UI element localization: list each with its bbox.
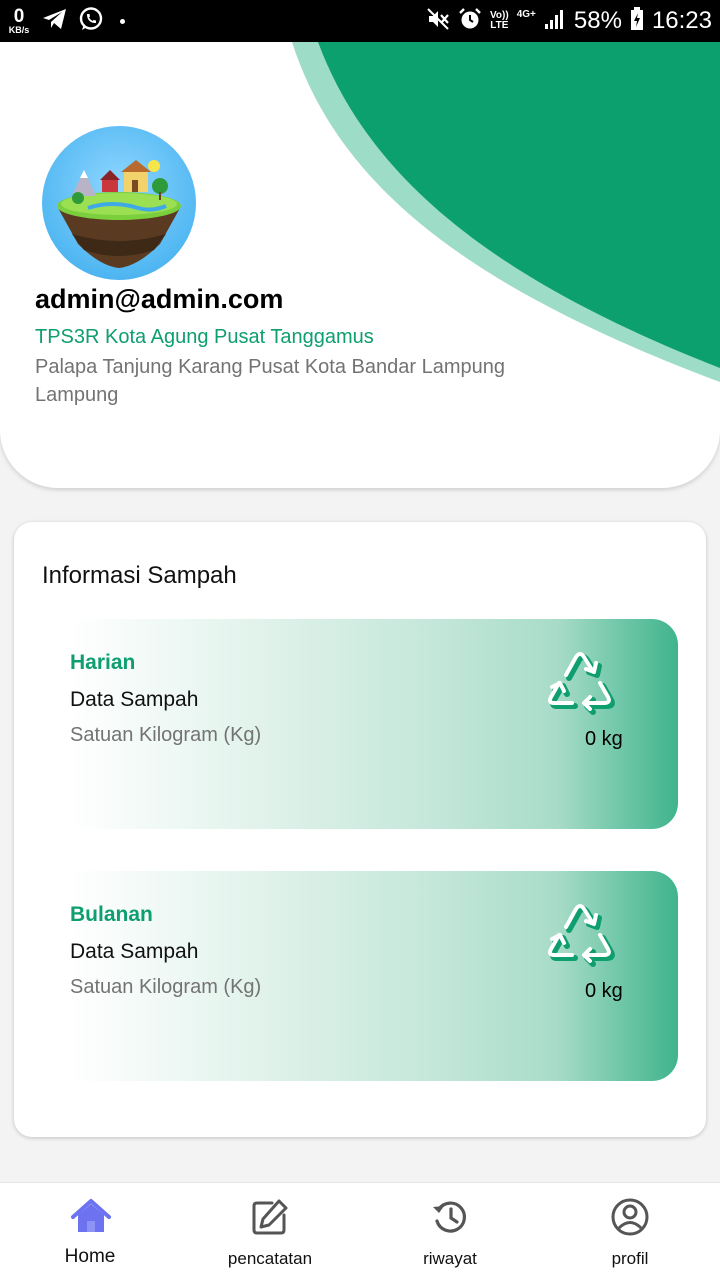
- clock: 16:23: [651, 7, 712, 34]
- battery-percent: 58%: [573, 7, 622, 34]
- stat-period: Bulanan: [70, 903, 153, 926]
- nav-riwayat[interactable]: riwayat: [360, 1183, 540, 1280]
- mute-icon: [426, 7, 450, 36]
- profile-header: admin@admin.com TPS3R Kota Agung Pusat T…: [0, 42, 720, 488]
- nav-profil[interactable]: profil: [540, 1183, 720, 1280]
- waste-info-card: Informasi Sampah Harian Data Sampah Satu…: [14, 522, 706, 1137]
- monthly-waste-card[interactable]: Bulanan Data Sampah Satuan Kilogram (Kg): [70, 871, 678, 1081]
- bottom-navigation: Home pencatatan riwayat profil: [0, 1182, 720, 1280]
- network-type: 4G+: [516, 9, 536, 20]
- alarm-icon: [458, 7, 482, 36]
- nav-label: Home: [64, 1246, 116, 1267]
- network-speed-unit: KB/s: [8, 25, 30, 35]
- nav-pencatatan[interactable]: pencatatan: [180, 1183, 360, 1280]
- recycle-icon: [540, 897, 620, 978]
- nav-label: profil: [611, 1249, 649, 1268]
- network-speed: 0 KB/s: [6, 7, 32, 35]
- floating-island-illustration: [57, 160, 181, 268]
- daily-waste-card[interactable]: Harian Data Sampah Satuan Kilogram (Kg): [70, 619, 678, 829]
- nav-label: pencatatan: [227, 1249, 313, 1268]
- profile-organization: TPS3R Kota Agung Pusat Tanggamus: [35, 326, 374, 348]
- recycle-icon: [540, 645, 620, 726]
- signal-icon: [544, 8, 566, 35]
- stat-value: 0 kg: [585, 980, 623, 1002]
- stat-unit: Satuan Kilogram (Kg): [70, 724, 262, 746]
- user-circle-icon: [610, 1197, 650, 1242]
- stat-value: 0 kg: [585, 728, 623, 750]
- home-icon: [70, 1197, 112, 1242]
- notification-dot-icon: [120, 18, 125, 24]
- stat-unit: Satuan Kilogram (Kg): [70, 976, 262, 998]
- profile-email: admin@admin.com: [35, 284, 284, 314]
- section-title: Informasi Sampah: [42, 562, 237, 589]
- edit-icon: [250, 1197, 290, 1242]
- battery-charging-icon: [630, 6, 644, 36]
- telegram-icon: [42, 7, 68, 36]
- profile-address: Palapa Tanjung Karang Pusat Kota Bandar …: [35, 356, 505, 406]
- volte-indicator: Vo)) LTE: [490, 10, 509, 32]
- stat-label: Data Sampah: [70, 688, 199, 711]
- network-speed-value: 0: [13, 6, 25, 27]
- volte-bottom: LTE: [490, 20, 509, 31]
- nav-label: riwayat: [423, 1249, 477, 1268]
- stat-period: Harian: [70, 651, 136, 674]
- avatar[interactable]: [42, 126, 196, 280]
- history-icon: [430, 1197, 470, 1242]
- stat-label: Data Sampah: [70, 940, 199, 963]
- status-bar: 0 KB/s Vo)) LTE 4G+ 58% 16:23: [0, 0, 720, 42]
- whatsapp-icon: [78, 6, 104, 37]
- nav-home[interactable]: Home: [0, 1183, 180, 1280]
